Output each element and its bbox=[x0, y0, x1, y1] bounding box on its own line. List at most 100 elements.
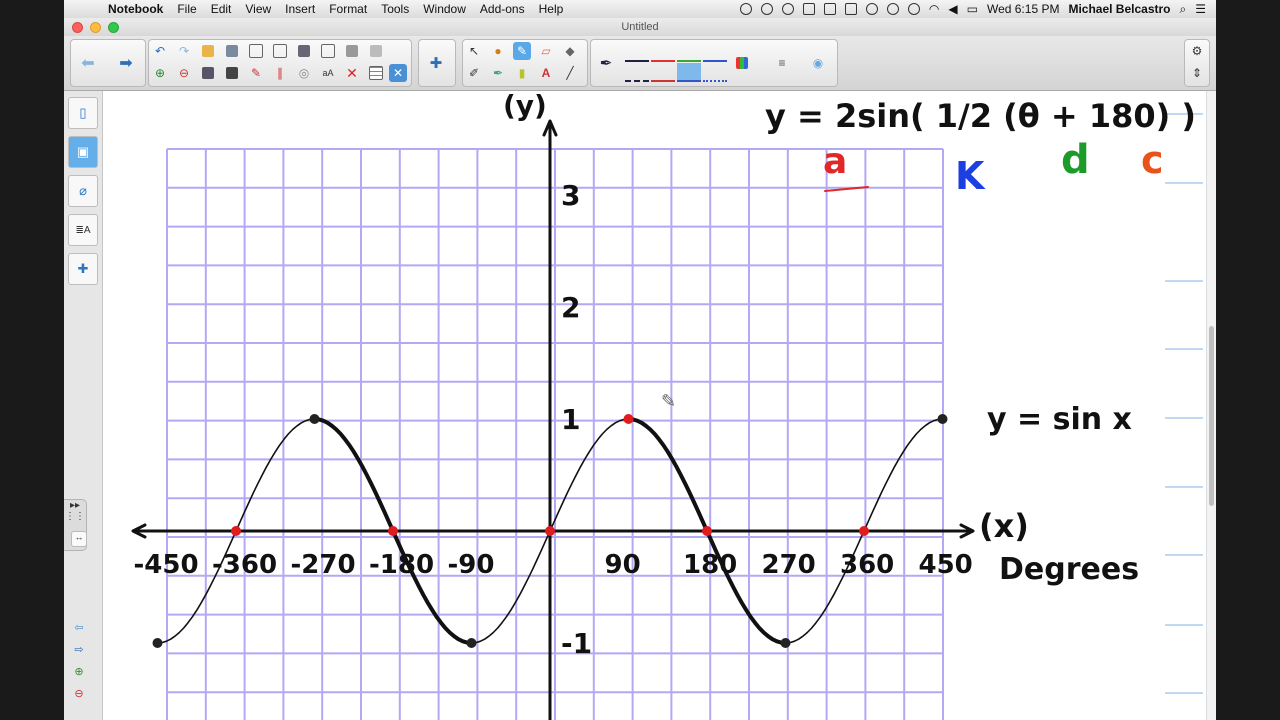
data-point bbox=[152, 638, 163, 648]
vertical-scrollbar[interactable] bbox=[1206, 91, 1216, 720]
menu-help[interactable]: Help bbox=[539, 2, 564, 16]
capture-button[interactable] bbox=[295, 42, 313, 60]
wifi-icon[interactable]: ◠ bbox=[929, 2, 939, 16]
shapes-tool-button[interactable]: ● bbox=[489, 42, 507, 60]
curve-label: y = sin x bbox=[987, 402, 1132, 437]
magic-pen-button[interactable]: ✒ bbox=[489, 64, 507, 82]
eraser-tool-button[interactable]: ▱ bbox=[537, 42, 555, 60]
camera-button[interactable] bbox=[223, 64, 241, 82]
pen-style-thin[interactable] bbox=[651, 63, 675, 82]
scrollbar-thumb[interactable] bbox=[1209, 326, 1214, 506]
drive-icon[interactable] bbox=[865, 3, 878, 15]
pen-style-green[interactable] bbox=[677, 43, 701, 62]
expand-icon[interactable]: ↔ bbox=[71, 531, 87, 547]
creative-pen-button[interactable]: ✐ bbox=[465, 64, 483, 82]
pen-tool-button[interactable]: ✎ bbox=[513, 42, 531, 60]
menu-app-name[interactable]: Notebook bbox=[108, 2, 163, 16]
dropbox-icon[interactable] bbox=[823, 3, 836, 15]
page-sorter-tab[interactable]: ▯ bbox=[68, 97, 98, 129]
save-button[interactable] bbox=[199, 64, 217, 82]
param-a-label: a bbox=[823, 141, 847, 182]
addons-tab[interactable]: ✚ bbox=[68, 253, 98, 285]
properties-icon: ≣A bbox=[75, 224, 91, 236]
minimize-window-button[interactable] bbox=[90, 22, 101, 33]
next-page-button[interactable]: ➡ bbox=[117, 54, 135, 72]
undo-button[interactable]: ↶ bbox=[151, 42, 169, 60]
pen-style-red[interactable] bbox=[651, 43, 675, 62]
add-page-small-icon[interactable]: ⊕ bbox=[71, 665, 87, 681]
x-tick-label: -450 bbox=[134, 550, 199, 580]
whiteboard-canvas[interactable]: -450 -360 -270 -180 -90 90 180 270 360 450 3 2 1 -1 … bbox=[103, 91, 1207, 720]
bluetooth-icon[interactable] bbox=[886, 3, 899, 15]
y-tick-label: 2 bbox=[561, 291, 580, 324]
color-palette-icon[interactable] bbox=[733, 54, 751, 72]
pen-style-dashed[interactable] bbox=[625, 63, 649, 82]
tools-button[interactable] bbox=[367, 42, 385, 60]
focus-icon[interactable] bbox=[781, 3, 794, 15]
pen-style-dotted[interactable] bbox=[703, 63, 727, 82]
text-size-button[interactable]: aA bbox=[319, 64, 337, 82]
table-button[interactable] bbox=[367, 64, 385, 82]
battery-icon[interactable]: ▭ bbox=[967, 2, 978, 16]
fullscreen-button[interactable] bbox=[271, 42, 289, 60]
print-button[interactable] bbox=[343, 42, 361, 60]
next-page-small-icon[interactable]: ⇨ bbox=[71, 643, 87, 659]
delete-page-small-icon[interactable]: ⊖ bbox=[71, 687, 87, 703]
pen-style-selected[interactable] bbox=[677, 63, 701, 82]
list-icon[interactable]: ☰ bbox=[1195, 2, 1206, 16]
document-camera-button[interactable] bbox=[319, 42, 337, 60]
move-toolbar-icon[interactable]: ⇕ bbox=[1188, 64, 1206, 82]
menu-file[interactable]: File bbox=[177, 2, 196, 16]
redo-button[interactable]: ↷ bbox=[175, 42, 193, 60]
pen-style-solid[interactable] bbox=[625, 43, 649, 62]
time-machine-icon[interactable] bbox=[907, 3, 920, 15]
delete-page-button[interactable]: ⊖ bbox=[175, 64, 193, 82]
add-page-button[interactable]: ⊕ bbox=[151, 64, 169, 82]
fill-tool-button[interactable]: ◆ bbox=[561, 42, 579, 60]
menu-edit[interactable]: Edit bbox=[211, 2, 232, 16]
param-k-label: K bbox=[955, 154, 986, 198]
clock[interactable]: Wed 6:15 PM bbox=[987, 2, 1059, 16]
fill-effects-icon[interactable]: ◉ bbox=[809, 54, 827, 72]
open-button[interactable] bbox=[199, 42, 217, 60]
menu-window[interactable]: Window bbox=[423, 2, 466, 16]
screen-shade-button[interactable] bbox=[247, 42, 265, 60]
clear-ink-button[interactable]: ✎ bbox=[247, 64, 265, 82]
menu-insert[interactable]: Insert bbox=[285, 2, 315, 16]
select-tool-button[interactable]: ↖ bbox=[465, 42, 483, 60]
previous-page-button[interactable]: ⬅ bbox=[79, 54, 97, 72]
prev-page-small-icon[interactable]: ⇦ bbox=[71, 621, 87, 637]
zoom-window-button[interactable] bbox=[108, 22, 119, 33]
gallery-tab[interactable]: ▣ bbox=[68, 136, 98, 168]
search-icon[interactable]: ⌕ bbox=[1180, 2, 1187, 17]
user-name[interactable]: Michael Belcastro bbox=[1068, 2, 1170, 16]
record-icon[interactable] bbox=[739, 3, 752, 15]
text-tool-button[interactable]: A bbox=[537, 64, 555, 82]
menu-addons[interactable]: Add-ons bbox=[480, 2, 525, 16]
highlighter-button[interactable]: ▮ bbox=[513, 64, 531, 82]
pen-type-icon[interactable]: ✒ bbox=[597, 54, 615, 72]
cc-icon[interactable] bbox=[760, 3, 773, 15]
menu-tools[interactable]: Tools bbox=[381, 2, 409, 16]
web-button[interactable]: ◎ bbox=[295, 64, 313, 82]
line-tool-button[interactable]: ╱ bbox=[561, 64, 579, 82]
data-point bbox=[466, 638, 477, 648]
close-window-button[interactable] bbox=[72, 22, 83, 33]
pen-style-blue[interactable] bbox=[703, 43, 727, 62]
delete-button[interactable]: ✕ bbox=[343, 64, 361, 82]
settings-gear-icon[interactable]: ⚙ bbox=[1188, 42, 1206, 60]
data-point bbox=[231, 526, 241, 536]
addons-icon[interactable]: ✚ bbox=[427, 54, 445, 72]
x-tick-label: 450 bbox=[919, 550, 973, 580]
line-style-icon[interactable]: ≡ bbox=[773, 54, 791, 72]
close-layout-button[interactable]: ✕ bbox=[389, 64, 407, 82]
volume-icon[interactable]: ◀ bbox=[948, 2, 957, 16]
menu-format[interactable]: Format bbox=[329, 2, 367, 16]
attachments-tab[interactable]: ⌀ bbox=[68, 175, 98, 207]
save-to-button[interactable] bbox=[223, 42, 241, 60]
folder-icon[interactable] bbox=[844, 3, 857, 15]
sync-icon[interactable] bbox=[802, 3, 815, 15]
properties-tab[interactable]: ≣A bbox=[68, 214, 98, 246]
menu-view[interactable]: View bbox=[245, 2, 271, 16]
pens-button[interactable]: ∥ bbox=[271, 64, 289, 82]
